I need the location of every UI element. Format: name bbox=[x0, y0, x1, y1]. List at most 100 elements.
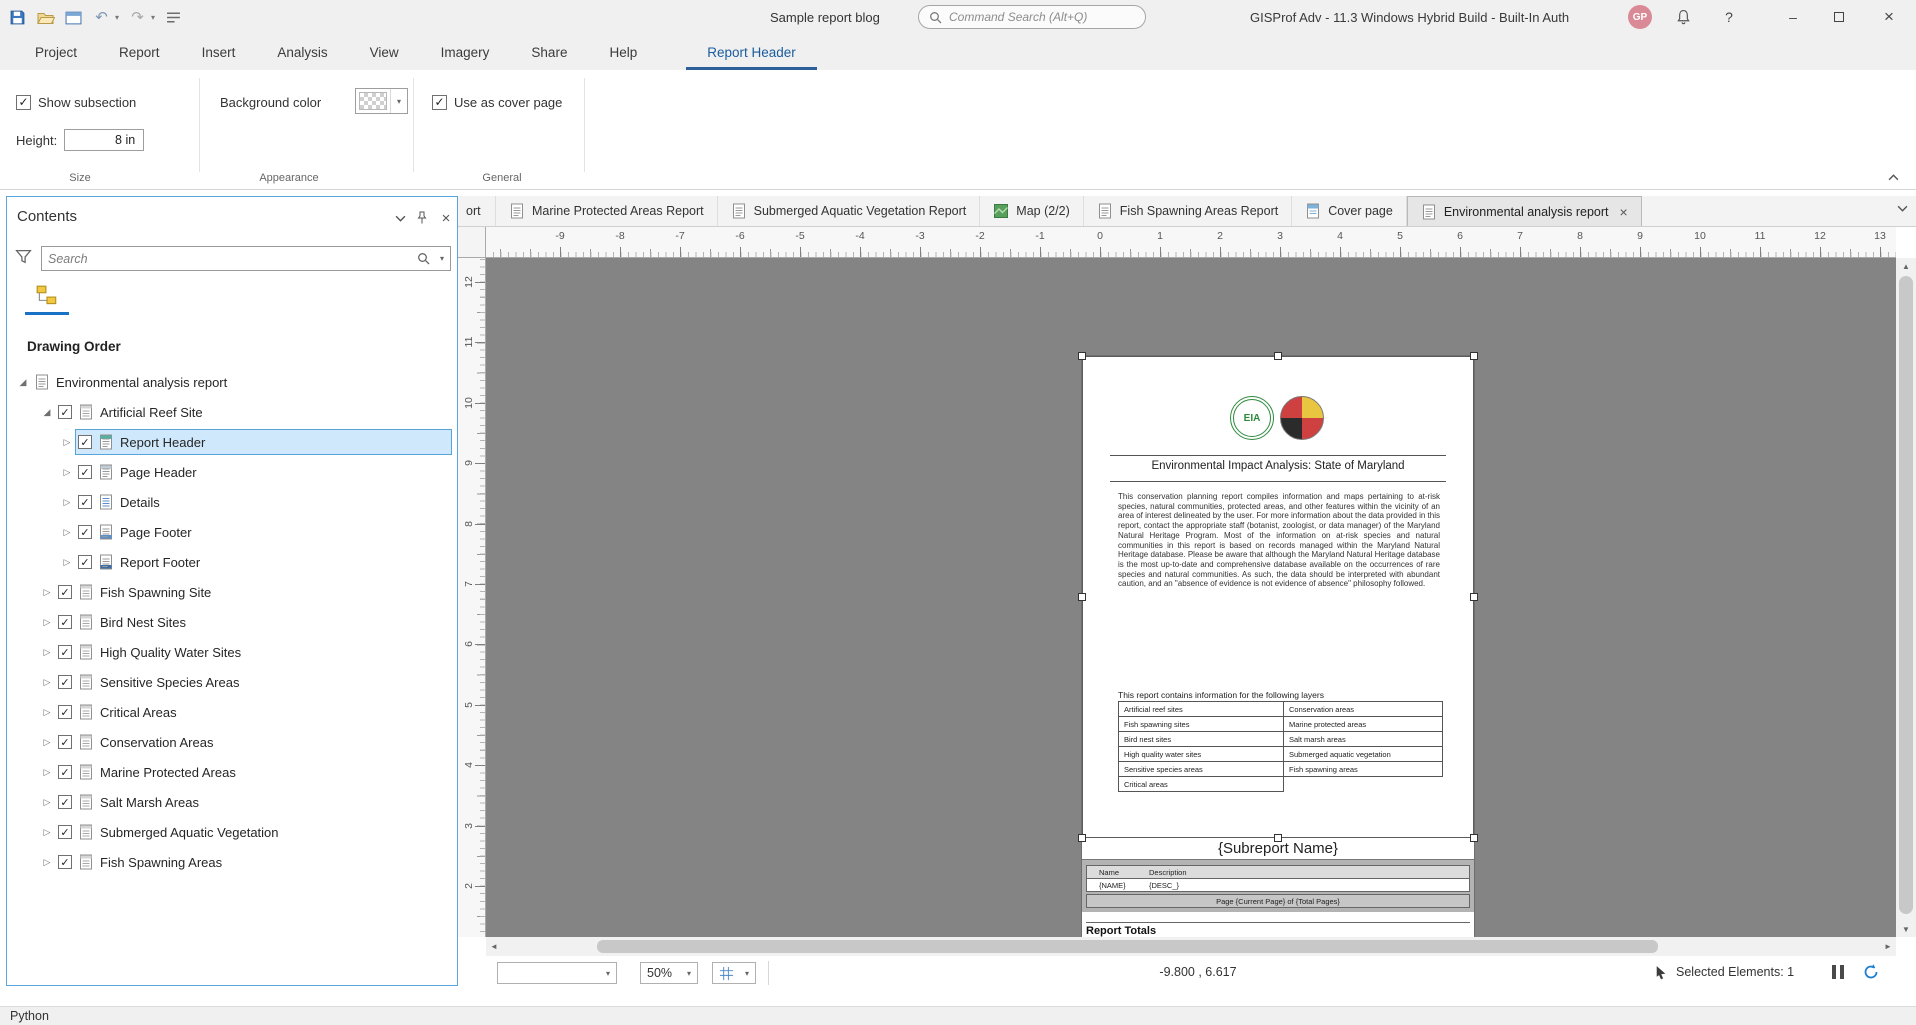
tree-item-body[interactable]: ✓ Salt Marsh Areas bbox=[55, 789, 452, 815]
tab-overflow-chevron-icon[interactable] bbox=[1897, 205, 1908, 212]
panel-menu-chevron-icon[interactable] bbox=[391, 210, 409, 226]
selection-handle[interactable] bbox=[1078, 352, 1086, 360]
tree-item-details[interactable]: ▷ ✓ Details bbox=[7, 487, 457, 517]
tree-item-salt-marsh-areas[interactable]: ▷ ✓ Salt Marsh Areas bbox=[7, 787, 457, 817]
expander-icon[interactable]: ◢ bbox=[15, 377, 31, 388]
document-tab-cover-page[interactable]: Cover page bbox=[1292, 196, 1407, 226]
visibility-checkbox[interactable]: ✓ bbox=[58, 675, 72, 689]
close-tab-icon[interactable]: × bbox=[1620, 204, 1628, 220]
selection-handle[interactable] bbox=[1470, 834, 1478, 842]
tree-item-page-header[interactable]: ▷ ✓ Page Header bbox=[7, 457, 457, 487]
expander-icon[interactable]: ▷ bbox=[39, 677, 55, 688]
ribbon-tab-share[interactable]: Share bbox=[510, 34, 588, 70]
expander-icon[interactable]: ▷ bbox=[39, 647, 55, 658]
tree-item-artificial-reef-site[interactable]: ◢ ✓ Artificial Reef Site bbox=[7, 397, 457, 427]
visibility-checkbox[interactable]: ✓ bbox=[58, 615, 72, 629]
selection-handle[interactable] bbox=[1274, 352, 1282, 360]
pause-drawing-button[interactable] bbox=[1832, 965, 1844, 979]
show-subsection-checkbox[interactable]: ✓ bbox=[16, 94, 31, 110]
report-page[interactable]: EIA Environmental Impact Analysis: State… bbox=[1081, 355, 1475, 937]
search-icon[interactable] bbox=[417, 252, 430, 265]
tree-item-body[interactable]: ✓ Fish Spawning Areas bbox=[55, 849, 452, 875]
show-subsection-option[interactable]: ✓ Show subsection bbox=[16, 90, 136, 114]
tree-item-conservation-areas[interactable]: ▷ ✓ Conservation Areas bbox=[7, 727, 457, 757]
visibility-checkbox[interactable]: ✓ bbox=[58, 705, 72, 719]
undo-dropdown-icon[interactable]: ▾ bbox=[115, 13, 119, 22]
save-icon[interactable] bbox=[8, 8, 27, 27]
contents-search-input[interactable]: Search ▾ bbox=[41, 246, 451, 271]
ribbon-tab-report-header[interactable]: Report Header bbox=[686, 34, 817, 70]
document-tab-fish-spawning-areas-report[interactable]: Fish Spawning Areas Report bbox=[1084, 196, 1293, 226]
python-status-label[interactable]: Python bbox=[10, 1009, 49, 1023]
tree-item-sensitive-species-areas[interactable]: ▷ ✓ Sensitive Species Areas bbox=[7, 667, 457, 697]
visibility-checkbox[interactable]: ✓ bbox=[78, 525, 92, 539]
tree-item-environmental-analysis-report[interactable]: ◢ Environmental analysis report bbox=[7, 367, 457, 397]
tree-item-report-header[interactable]: ▷ ✓ Report Header bbox=[7, 427, 457, 457]
minimize-button[interactable]: – bbox=[1770, 0, 1816, 34]
redo-icon[interactable]: ↷ bbox=[128, 8, 147, 27]
open-project-icon[interactable] bbox=[36, 8, 55, 27]
selection-handle[interactable] bbox=[1078, 593, 1086, 601]
vertical-scrollbar[interactable]: ▲ ▼ bbox=[1896, 258, 1916, 937]
visibility-checkbox[interactable]: ✓ bbox=[58, 735, 72, 749]
visibility-checkbox[interactable]: ✓ bbox=[58, 405, 72, 419]
filter-icon[interactable] bbox=[15, 249, 32, 264]
tree-item-marine-protected-areas[interactable]: ▷ ✓ Marine Protected Areas bbox=[7, 757, 457, 787]
redo-dropdown-icon[interactable]: ▾ bbox=[151, 13, 155, 22]
tree-item-body[interactable]: ✓ Submerged Aquatic Vegetation bbox=[55, 819, 452, 845]
scale-combobox[interactable]: ▾ bbox=[497, 962, 617, 984]
document-tab-ort[interactable]: ort bbox=[458, 196, 496, 226]
visibility-checkbox[interactable]: ✓ bbox=[78, 435, 92, 449]
tree-item-body[interactable]: ✓ Details bbox=[75, 489, 452, 515]
ribbon-tab-view[interactable]: View bbox=[349, 34, 420, 70]
visibility-checkbox[interactable]: ✓ bbox=[78, 465, 92, 479]
tree-item-body[interactable]: ✓ Artificial Reef Site bbox=[55, 399, 452, 425]
layout-canvas[interactable]: EIA Environmental Impact Analysis: State… bbox=[486, 258, 1896, 937]
ribbon-tab-project[interactable]: Project bbox=[14, 34, 98, 70]
scroll-left-icon[interactable]: ◄ bbox=[486, 937, 502, 956]
new-project-icon[interactable] bbox=[64, 8, 83, 27]
scroll-right-icon[interactable]: ► bbox=[1880, 937, 1896, 956]
expander-icon[interactable]: ▷ bbox=[59, 467, 75, 478]
tree-item-body[interactable]: ✓ Conservation Areas bbox=[55, 729, 452, 755]
tree-item-body[interactable]: ✓ Critical Areas bbox=[55, 699, 452, 725]
tree-item-body[interactable]: ✓ Page Header bbox=[75, 459, 452, 485]
close-button[interactable]: × bbox=[1862, 0, 1916, 34]
expander-icon[interactable]: ▷ bbox=[39, 827, 55, 838]
customize-toolbar-icon[interactable] bbox=[164, 8, 183, 27]
ribbon-tab-imagery[interactable]: Imagery bbox=[420, 34, 511, 70]
visibility-checkbox[interactable]: ✓ bbox=[58, 825, 72, 839]
notifications-bell-icon[interactable] bbox=[1668, 0, 1698, 34]
ribbon-tab-report[interactable]: Report bbox=[98, 34, 181, 70]
document-tab-environmental-analysis-report[interactable]: Environmental analysis report × bbox=[1406, 196, 1642, 226]
height-input[interactable] bbox=[64, 129, 145, 151]
chevron-down-icon[interactable]: ▾ bbox=[687, 969, 691, 978]
expander-icon[interactable]: ▷ bbox=[59, 557, 75, 568]
visibility-checkbox[interactable]: ✓ bbox=[78, 555, 92, 569]
expander-icon[interactable]: ▷ bbox=[39, 797, 55, 808]
selection-handle[interactable] bbox=[1274, 834, 1282, 842]
expander-icon[interactable]: ▷ bbox=[59, 437, 75, 448]
background-color-picker[interactable]: ▾ bbox=[355, 88, 408, 114]
visibility-checkbox[interactable]: ✓ bbox=[58, 585, 72, 599]
expander-icon[interactable]: ▷ bbox=[59, 527, 75, 538]
tree-item-fish-spawning-areas[interactable]: ▷ ✓ Fish Spawning Areas bbox=[7, 847, 457, 877]
expander-icon[interactable]: ▷ bbox=[39, 587, 55, 598]
ribbon-tab-insert[interactable]: Insert bbox=[181, 34, 257, 70]
expander-icon[interactable]: ▷ bbox=[39, 767, 55, 778]
chevron-down-icon[interactable]: ▾ bbox=[606, 969, 610, 978]
chevron-down-icon[interactable]: ▾ bbox=[745, 969, 749, 978]
expander-icon[interactable]: ◢ bbox=[39, 407, 55, 418]
document-tab-marine-protected-areas-report[interactable]: Marine Protected Areas Report bbox=[496, 196, 718, 226]
tree-item-submerged-aquatic-vegetation[interactable]: ▷ ✓ Submerged Aquatic Vegetation bbox=[7, 817, 457, 847]
help-icon[interactable]: ? bbox=[1714, 0, 1744, 34]
chevron-down-icon[interactable]: ▾ bbox=[390, 89, 407, 113]
visibility-checkbox[interactable]: ✓ bbox=[58, 645, 72, 659]
document-tab-submerged-aquatic-vegetation-report[interactable]: Submerged Aquatic Vegetation Report bbox=[718, 196, 981, 226]
vertical-scrollbar-thumb[interactable] bbox=[1899, 276, 1913, 914]
tree-item-report-footer[interactable]: ▷ ✓ Report Footer bbox=[7, 547, 457, 577]
tree-item-body[interactable]: ✓ Fish Spawning Site bbox=[55, 579, 452, 605]
list-by-drawing-order-button[interactable] bbox=[27, 281, 67, 311]
expander-icon[interactable]: ▷ bbox=[39, 737, 55, 748]
command-search-input[interactable]: Command Search (Alt+Q) bbox=[918, 5, 1146, 29]
